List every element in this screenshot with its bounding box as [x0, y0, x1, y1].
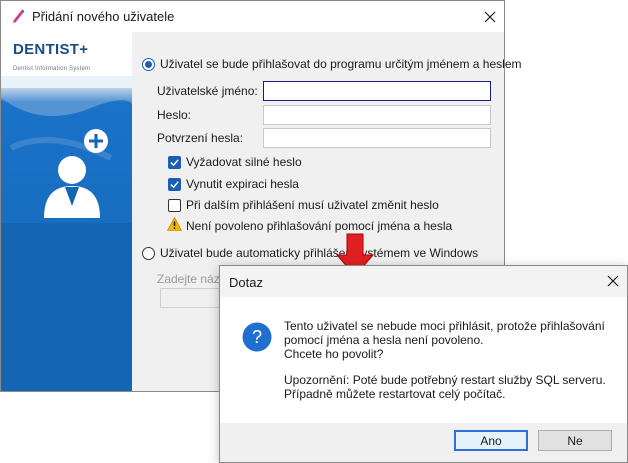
password-expiry-checkbox[interactable] — [168, 178, 181, 191]
confirm-dialog: Dotaz ? Tento uživatel se nebude moci př… — [219, 265, 628, 463]
brand-subtitle: Dentist Information System — [13, 66, 91, 72]
user-illustration — [1, 88, 132, 391]
window-title: Přidání nového uživatele — [32, 9, 175, 24]
sidebar-banner: DENTIST+ Dentist Information System — [1, 32, 132, 391]
option-windows-label: Uživatel bude automaticky přihlášen syst… — [160, 246, 479, 260]
option-windows-radio[interactable] — [142, 247, 155, 260]
username-field[interactable] — [263, 81, 491, 101]
check-icon — [170, 181, 179, 189]
dialog-message-area: ? Tento uživatel se nebude moci přihlási… — [220, 297, 627, 423]
dialog-title: Dotaz — [229, 275, 263, 290]
check-icon — [170, 159, 179, 167]
username-label: Uživatelské jméno: — [157, 84, 258, 98]
svg-text:?: ? — [252, 327, 262, 347]
close-icon — [484, 11, 496, 23]
yes-button[interactable]: Ano — [454, 430, 528, 451]
close-button[interactable] — [475, 5, 505, 29]
option-password-radio[interactable] — [142, 58, 155, 71]
warning-icon — [167, 217, 182, 231]
window-titlebar: Přidání nového uživatele — [1, 1, 504, 32]
dialog-message-line: Tento uživatel se nebude moci přihlásit,… — [284, 319, 605, 333]
change-password-label: Při dalším přihlášení musí uživatel změn… — [186, 198, 439, 212]
dialog-close-button[interactable] — [598, 269, 628, 293]
dialog-warning-line: Upozornění: Poté bude potřebný restart s… — [284, 373, 606, 387]
strong-password-label: Vyžadovat silné heslo — [186, 155, 302, 169]
domain-label: Zadejte náze — [157, 272, 227, 286]
confirm-password-field[interactable] — [263, 128, 491, 148]
password-expiry-label: Vynutit expiraci hesla — [186, 177, 299, 191]
dialog-titlebar: Dotaz — [220, 266, 627, 297]
change-password-checkbox[interactable] — [168, 199, 181, 212]
option-password-label: Uživatel se bude přihlašovat do programu… — [160, 57, 522, 71]
confirm-password-label: Potvrzení hesla: — [157, 131, 244, 145]
brand-logo: DENTIST+ — [13, 41, 89, 58]
pen-icon — [12, 9, 25, 24]
question-icon: ? — [242, 322, 272, 352]
dialog-message-line: pomocí jména a hesla není povoleno. — [284, 333, 484, 347]
dialog-warning-line: Případně můžete restartovat celý počítač… — [284, 387, 506, 401]
dialog-message-line: Chcete ho povolit? — [284, 347, 384, 361]
close-icon — [607, 275, 619, 287]
login-disabled-warning: Není povoleno přihlašování pomocí jména … — [186, 219, 453, 233]
no-button[interactable]: Ne — [538, 430, 612, 451]
password-label: Heslo: — [157, 108, 192, 122]
strong-password-checkbox[interactable] — [168, 156, 181, 169]
password-field[interactable] — [263, 105, 491, 125]
